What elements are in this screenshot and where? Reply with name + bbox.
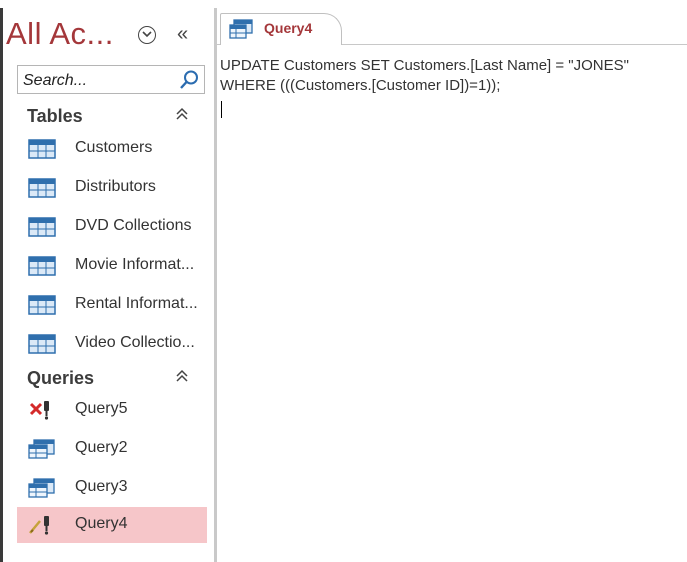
collapse-group-icon[interactable] (175, 369, 189, 386)
select-query-icon (28, 478, 55, 498)
group-label: Queries (27, 368, 95, 388)
table-icon (28, 139, 56, 159)
sql-line-1: UPDATE Customers SET Customers.[Last Nam… (220, 57, 629, 74)
tab-query4[interactable]: Query4 (220, 13, 342, 45)
collapse-pane-icon[interactable]: « (177, 23, 188, 46)
nav-item-label: Query4 (75, 515, 128, 532)
top-strip (0, 0, 687, 8)
nav-item-label: Distributors (75, 178, 156, 195)
navigation-header: All Ac... « (3, 16, 208, 56)
nav-item-label: DVD Collections (75, 217, 192, 234)
search-icon[interactable] (178, 69, 200, 91)
nav-item-label: Query3 (75, 478, 128, 495)
nav-item-rental-information[interactable]: Rental Informat... (17, 287, 207, 323)
nav-item-query4[interactable]: Query4 (17, 507, 207, 543)
nav-item-label: Query2 (75, 439, 128, 456)
nav-item-video-collection[interactable]: Video Collectio... (17, 326, 207, 362)
update-query-icon (229, 19, 253, 39)
group-queries[interactable]: Queries (17, 366, 207, 392)
nav-item-query2[interactable]: Query2 (17, 431, 207, 467)
table-icon (28, 217, 56, 237)
nav-item-label: Query5 (75, 400, 128, 417)
nav-item-movie-information[interactable]: Movie Informat... (17, 248, 207, 284)
nav-item-distributors[interactable]: Distributors (17, 170, 207, 206)
nav-item-label: Customers (75, 139, 153, 156)
nav-item-query3[interactable]: Query3 (17, 470, 207, 506)
nav-item-customers[interactable]: Customers (17, 131, 207, 167)
nav-item-label: Movie Informat... (75, 256, 195, 273)
nav-item-label: Rental Informat... (75, 295, 198, 312)
table-icon (28, 178, 56, 198)
update-query-icon (29, 516, 49, 535)
sql-editor[interactable]: UPDATE Customers SET Customers.[Last Nam… (220, 56, 680, 96)
chevron-down-icon[interactable] (138, 26, 156, 44)
text-caret (221, 101, 222, 118)
tab-label: Query4 (264, 20, 313, 36)
sql-line-2: WHERE (((Customers.[Customer ID])=1)); (220, 77, 501, 94)
group-label: Tables (27, 106, 83, 126)
search-input[interactable] (18, 66, 175, 95)
search-box[interactable] (17, 65, 205, 95)
collapse-group-icon[interactable] (175, 107, 189, 124)
group-tables[interactable]: Tables (17, 104, 207, 130)
nav-item-query5[interactable]: Query5 (17, 392, 207, 428)
nav-item-dvd-collections[interactable]: DVD Collections (17, 209, 207, 245)
select-query-icon (28, 439, 55, 459)
nav-item-label: Video Collectio... (75, 334, 195, 351)
delete-query-icon (29, 401, 49, 420)
table-icon (28, 334, 56, 354)
navigation-title[interactable]: All Ac... (6, 16, 114, 52)
table-icon (28, 256, 56, 276)
table-icon (28, 295, 56, 315)
